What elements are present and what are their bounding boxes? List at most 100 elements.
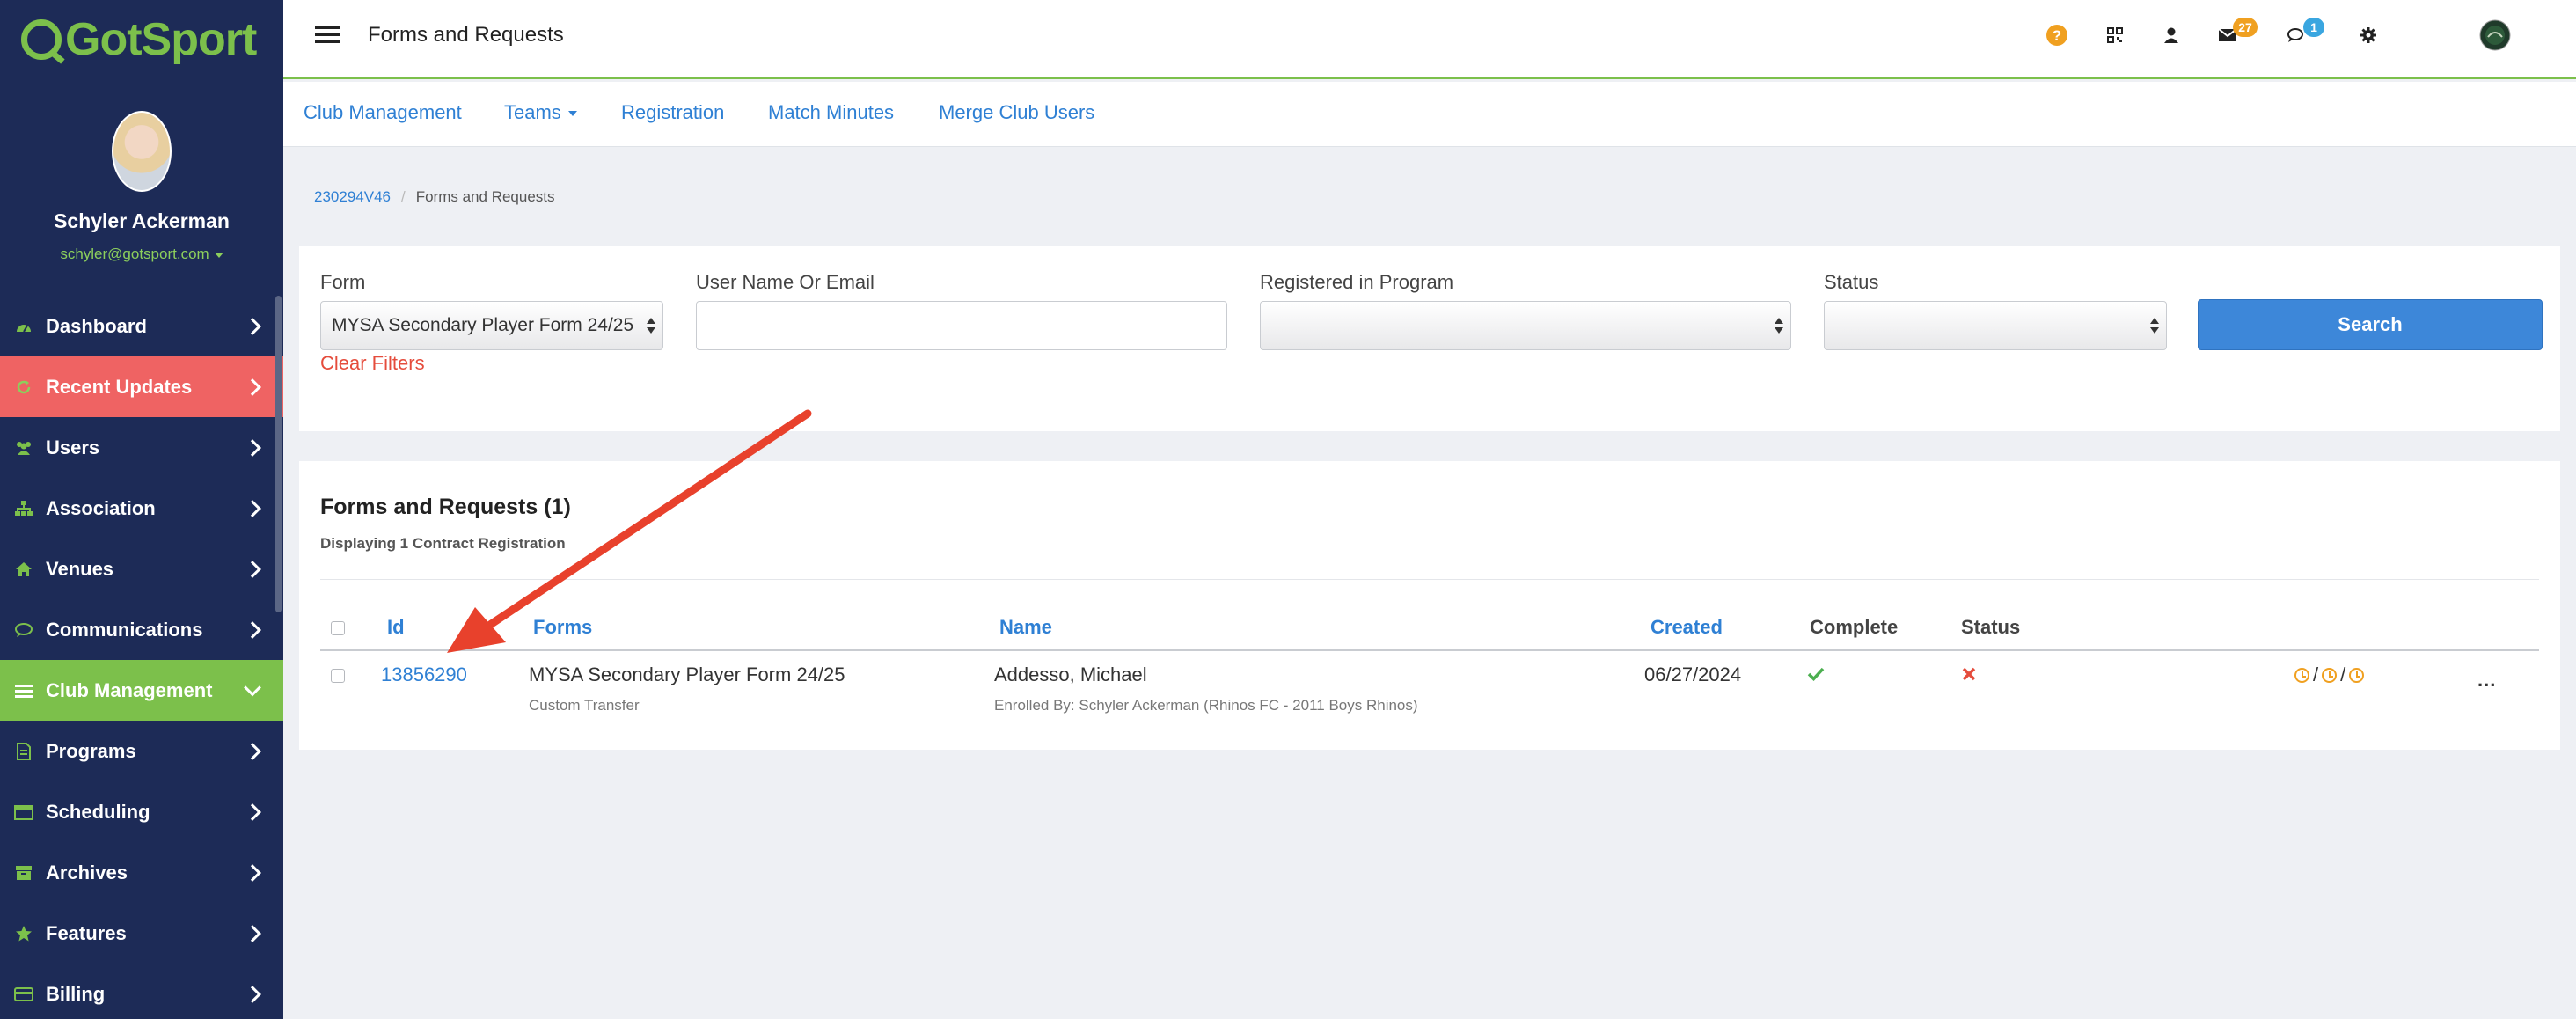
document-icon: [14, 742, 33, 761]
home-icon: [14, 560, 33, 579]
chevron-right-icon: [244, 378, 261, 396]
select-arrows-icon: [647, 317, 655, 334]
star-icon: [14, 924, 33, 943]
breadcrumb-separator: /: [400, 188, 406, 205]
chevron-right-icon: [244, 863, 261, 882]
sitemap-icon: [14, 499, 33, 518]
column-header-id[interactable]: Id: [387, 616, 405, 639]
caret-down-icon: [214, 252, 223, 258]
qr-code-icon[interactable]: [2099, 19, 2131, 51]
sidebar-scrollbar[interactable]: [275, 296, 282, 612]
form-select[interactable]: MYSA Secondary Player Form 24/25: [320, 301, 663, 350]
column-header-complete: Complete: [1810, 616, 1899, 638]
breadcrumb-root[interactable]: 230294V46: [314, 188, 391, 205]
sidebar-item-label: Scheduling: [46, 800, 150, 823]
sidebar-item-recent-updates[interactable]: Recent Updates: [0, 356, 283, 417]
profile-email-dropdown[interactable]: schyler@gotsport.com: [0, 246, 283, 263]
row-checkbox[interactable]: [331, 669, 345, 683]
chat-icon: [14, 620, 33, 640]
sidebar-item-features[interactable]: Features: [0, 903, 283, 964]
row-form-name: MYSA Secondary Player Form 24/25: [529, 663, 845, 685]
subnav-teams-dropdown[interactable]: Teams: [504, 101, 577, 124]
mail-badge: 27: [2233, 18, 2258, 37]
help-icon[interactable]: ?: [2041, 19, 2073, 51]
sidebar-item-venues[interactable]: Venues: [0, 539, 283, 599]
column-header-forms[interactable]: Forms: [533, 616, 592, 639]
messages-icon[interactable]: 1: [2280, 18, 2324, 51]
clear-filters-link[interactable]: Clear Filters: [320, 352, 425, 375]
sidebar-item-label: Features: [46, 921, 127, 944]
gear-icon[interactable]: [2353, 19, 2384, 51]
sidebar-item-label: Communications: [46, 618, 203, 641]
form-select-value: MYSA Secondary Player Form 24/25: [332, 315, 634, 335]
breadcrumb: 230294V46 / Forms and Requests: [314, 188, 555, 206]
sidebar-item-billing[interactable]: Billing: [0, 964, 283, 1019]
sidebar-item-label: Dashboard: [46, 314, 147, 337]
hamburger-menu-icon[interactable]: [315, 26, 340, 44]
profile-email: schyler@gotsport.com: [60, 246, 209, 262]
list-icon: [14, 681, 33, 700]
club-avatar[interactable]: [2479, 19, 2511, 51]
status-select[interactable]: [1824, 301, 2167, 350]
select-arrows-icon: [1775, 317, 1783, 334]
form-filter-label: Form: [320, 271, 366, 293]
sidebar-item-programs[interactable]: Programs: [0, 721, 283, 781]
status-separator: /: [2313, 663, 2319, 685]
sidebar-item-label: Recent Updates: [46, 375, 193, 398]
clock-icon[interactable]: [2322, 667, 2338, 683]
status-filter-label: Status: [1824, 271, 1879, 293]
caret-down-icon: [567, 111, 577, 117]
sidebar-item-communications[interactable]: Communications: [0, 599, 283, 660]
logo-mark-icon: [21, 19, 62, 60]
user-filter-label: User Name Or Email: [696, 271, 875, 293]
breadcrumb-current: Forms and Requests: [415, 188, 555, 205]
avatar[interactable]: [112, 111, 172, 192]
subnav-merge-club-users[interactable]: Merge Club Users: [939, 101, 1094, 124]
row-name: Addesso, Michael: [994, 663, 1147, 685]
user-name-or-email-input[interactable]: [696, 301, 1227, 350]
chevron-right-icon: [244, 803, 261, 821]
sidebar-item-label: Club Management: [46, 678, 213, 701]
gotsport-logo[interactable]: GotSport: [0, 0, 283, 79]
column-header-created[interactable]: Created: [1650, 616, 1723, 639]
sidebar-item-club-management[interactable]: Club Management: [0, 660, 283, 721]
sidebar-item-label: Venues: [46, 557, 114, 580]
messages-badge: 1: [2303, 18, 2324, 37]
row-actions-menu-icon[interactable]: ...: [2477, 669, 2496, 692]
sidebar: GotSport Schyler Ackerman schyler@gotspo…: [0, 0, 283, 1019]
profile-name: Schyler Ackerman: [54, 209, 230, 232]
results-count: Displaying 1 Contract Registration: [320, 535, 566, 552]
chevron-right-icon: [244, 317, 261, 335]
divider: [320, 579, 2539, 580]
status-timeline: / /: [2294, 663, 2365, 686]
chevron-right-icon: [244, 438, 261, 457]
sidebar-item-scheduling[interactable]: Scheduling: [0, 781, 283, 842]
row-id-link[interactable]: 13856290: [381, 663, 467, 686]
chevron-down-icon: [244, 678, 261, 696]
logo-text: GotSport: [65, 14, 257, 65]
column-header-status: Status: [1961, 616, 2021, 638]
clock-icon[interactable]: [2349, 667, 2365, 683]
sidebar-item-dashboard[interactable]: Dashboard: [0, 296, 283, 356]
subnav-registration[interactable]: Registration: [621, 101, 724, 124]
mail-icon[interactable]: 27: [2212, 18, 2258, 51]
select-all-checkbox[interactable]: [331, 621, 345, 635]
row-enrolled-by: Enrolled By: Schyler Ackerman (Rhinos FC…: [994, 697, 1418, 714]
clock-icon[interactable]: [2294, 667, 2309, 683]
chevron-right-icon: [244, 620, 261, 639]
program-select[interactable]: [1260, 301, 1791, 350]
user-icon[interactable]: [2155, 19, 2187, 51]
sidebar-item-archives[interactable]: Archives: [0, 842, 283, 903]
table-header-border: [320, 649, 2539, 651]
column-header-name[interactable]: Name: [999, 616, 1052, 639]
search-button[interactable]: Search: [2198, 299, 2543, 350]
sidebar-item-users[interactable]: Users: [0, 417, 283, 478]
dashboard-icon: [14, 317, 33, 336]
chevron-right-icon: [244, 560, 261, 578]
filter-panel: Form MYSA Secondary Player Form 24/25 Cl…: [299, 246, 2560, 431]
program-filter-label: Registered in Program: [1260, 271, 1454, 293]
sidebar-item-association[interactable]: Association: [0, 478, 283, 539]
subnav-club-management[interactable]: Club Management: [304, 101, 462, 124]
sidebar-item-label: Billing: [46, 982, 106, 1005]
subnav-match-minutes[interactable]: Match Minutes: [768, 101, 894, 124]
